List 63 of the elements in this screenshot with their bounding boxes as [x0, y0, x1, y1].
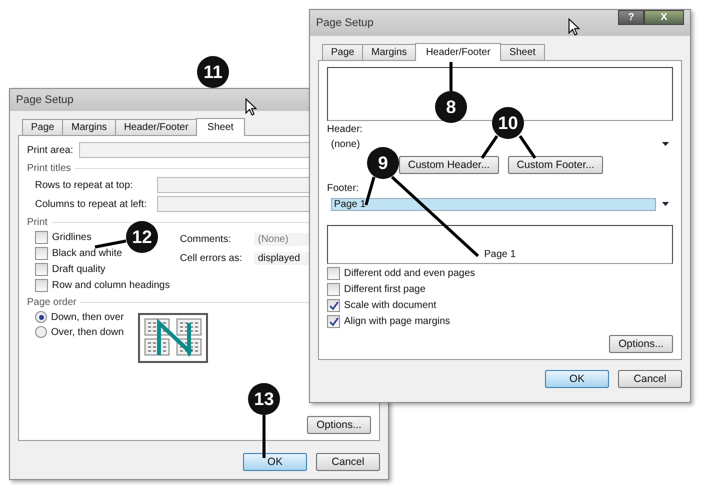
checkbox[interactable] — [35, 247, 48, 260]
dropdown-arrow-icon — [662, 202, 669, 206]
group-heading: Page order — [27, 297, 76, 308]
tab[interactable]: Margins — [62, 119, 116, 135]
radio-label: Over, then down — [51, 326, 124, 338]
checkbox[interactable] — [327, 283, 340, 296]
window-title: Page Setup — [316, 17, 374, 29]
leader-line — [518, 135, 536, 159]
field-label: Comments: — [180, 234, 232, 245]
callout-number: 11 — [197, 56, 229, 88]
checkbox[interactable] — [35, 279, 48, 292]
field-label: Rows to repeat at top: — [35, 180, 134, 190]
dropdown-arrow-icon — [662, 142, 669, 146]
cursor-icon — [568, 18, 580, 36]
footer-text: Page 1 — [484, 249, 516, 260]
ok-button[interactable]: OK — [545, 370, 609, 388]
checkbox-label: Different first page — [344, 284, 426, 295]
tab[interactable]: Sheet — [196, 118, 245, 136]
radio-button[interactable] — [35, 326, 47, 338]
custom-footer-button[interactable]: Custom Footer... — [508, 156, 604, 174]
checkbox-label: Scale with document — [344, 300, 436, 311]
tab[interactable]: Sheet — [500, 44, 545, 60]
custom-header-button[interactable]: Custom Header... — [399, 156, 499, 174]
options-button[interactable]: Options... — [609, 335, 673, 353]
checkbox-label: Different odd and even pages — [344, 268, 476, 279]
radio-label: Down, then over — [51, 312, 124, 322]
field-label: Columns to repeat at left: — [35, 198, 148, 210]
tab[interactable]: Margins — [362, 44, 416, 60]
options-button[interactable]: Options... — [307, 416, 371, 434]
field-label: Header: — [327, 124, 363, 134]
ok-button[interactable]: OK — [243, 453, 307, 471]
checkbox[interactable] — [35, 231, 48, 244]
leader-line — [364, 176, 376, 206]
field-label: Print area: — [27, 144, 74, 156]
checkbox-label: Align with page margins — [344, 316, 450, 327]
cancel-button[interactable]: Cancel — [316, 453, 380, 471]
group-heading: Print titles — [27, 163, 71, 174]
field-label: Footer: — [327, 182, 359, 194]
tab[interactable]: Header/Footer — [414, 43, 502, 61]
leader-line — [262, 415, 266, 458]
checkbox[interactable] — [35, 263, 48, 276]
tab[interactable]: Page — [22, 119, 64, 135]
cancel-button[interactable]: Cancel — [618, 370, 682, 388]
leader-line — [94, 240, 126, 248]
leader-line — [480, 135, 498, 159]
checkbox-label: Black and white — [52, 248, 122, 259]
checkbox-label: Row and column headings — [52, 280, 170, 291]
page-order-drawing — [138, 313, 208, 363]
tab[interactable]: Header/Footer — [114, 119, 198, 135]
cursor-icon — [245, 98, 257, 116]
checkbox[interactable] — [327, 267, 340, 280]
leader-line — [450, 62, 452, 91]
window-title: Page Setup — [16, 94, 74, 106]
group-heading: Print — [27, 217, 48, 228]
help-button[interactable]: ? — [618, 10, 644, 25]
radio-button[interactable] — [35, 311, 47, 323]
checkbox[interactable] — [327, 299, 340, 312]
checkbox[interactable] — [327, 315, 340, 328]
checkbox-label: Draft quality — [52, 264, 106, 275]
tab[interactable]: Page — [322, 44, 364, 60]
close-button[interactable]: X — [644, 10, 684, 25]
field-label: Cell errors as: — [180, 253, 244, 264]
checkbox-label: Gridlines — [52, 232, 92, 243]
